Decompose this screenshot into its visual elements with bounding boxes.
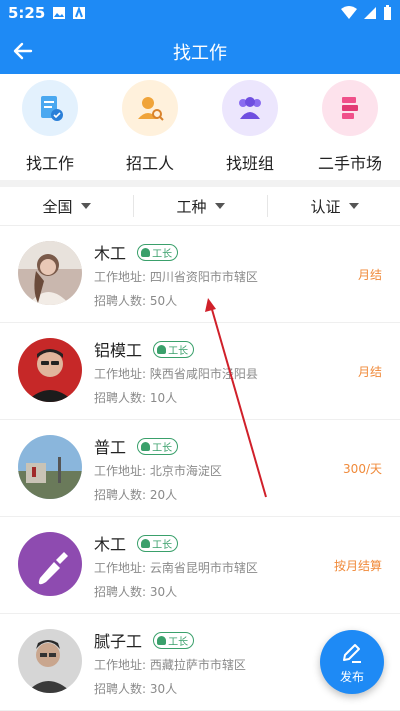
app-bar: 找工作	[0, 28, 400, 74]
badge-label: 工长	[152, 249, 173, 260]
foreman-badge: 工长	[137, 244, 179, 261]
person-search-icon	[122, 80, 178, 136]
job-headcount: 招聘人数: 30人	[94, 585, 178, 599]
pen-icon	[343, 644, 361, 663]
job-address: 工作地址: 四川省资阳市市辖区	[94, 270, 258, 284]
category-label: 二手市场	[317, 154, 382, 173]
filter-region[interactable]: 全国	[0, 187, 133, 225]
category-label: 招工人	[125, 154, 174, 173]
badge-label: 工长	[168, 346, 189, 357]
caret-down-icon	[80, 203, 91, 209]
job-title-line: 腻子工 工长	[94, 628, 195, 652]
job-pay: 月结	[357, 365, 382, 379]
caret-down-icon	[214, 203, 225, 209]
person-icon	[157, 345, 167, 354]
image-notification-icon	[53, 7, 65, 19]
page-title: 找工作	[173, 43, 227, 64]
caret-down-icon	[348, 203, 359, 209]
job-address: 工作地址: 陕西省咸阳市泾阳县	[94, 367, 258, 381]
job-title-line: 木工 工长	[94, 240, 179, 264]
job-title-line: 木工 工长	[94, 531, 179, 555]
battery-icon	[384, 5, 391, 20]
app-notification-icon	[73, 6, 85, 19]
job-list-item[interactable]: 铝模工 工长 工作地址: 陕西省咸阳市泾阳县 招聘人数: 10人 月结	[0, 323, 400, 420]
job-title: 普工	[94, 438, 127, 457]
avatar	[18, 435, 82, 499]
person-icon	[157, 636, 167, 645]
badge-label: 工长	[152, 540, 173, 551]
publish-label: 发布	[339, 670, 364, 684]
shopping-bag-icon	[322, 80, 378, 136]
job-address: 工作地址: 西藏拉萨市市辖区	[94, 658, 246, 672]
foreman-badge: 工长	[137, 535, 179, 552]
job-pay: 月结	[357, 268, 382, 282]
avatar	[18, 629, 82, 693]
avatar	[18, 338, 82, 402]
job-title: 木工	[94, 244, 127, 263]
job-address: 工作地址: 云南省昆明市市辖区	[94, 561, 258, 575]
avatar	[18, 532, 82, 596]
person-icon	[141, 442, 151, 451]
job-list-item[interactable]: 普工 工长 工作地址: 北京市海淀区 招聘人数: 20人 300/天	[0, 420, 400, 517]
filter-certification[interactable]: 认证	[268, 187, 400, 225]
job-headcount: 招聘人数: 50人	[94, 294, 178, 308]
section-divider	[0, 180, 400, 187]
job-headcount: 招聘人数: 30人	[94, 682, 178, 696]
job-title-line: 普工 工长	[94, 434, 179, 458]
foreman-badge: 工长	[137, 438, 179, 455]
filter-trade[interactable]: 工种	[134, 187, 267, 225]
job-pay: 按月结算	[333, 559, 382, 573]
publish-button[interactable]: 发布	[320, 630, 384, 694]
job-list-item[interactable]: 木工 工长 工作地址: 四川省资阳市市辖区 招聘人数: 50人 月结	[0, 226, 400, 323]
job-address: 工作地址: 北京市海淀区	[94, 464, 222, 478]
job-title-line: 铝模工 工长	[94, 337, 195, 361]
job-pay: 300/天	[343, 462, 382, 476]
job-headcount: 招聘人数: 20人	[94, 488, 178, 502]
document-check-icon	[22, 80, 78, 136]
filter-label: 工种	[176, 197, 207, 216]
wifi-icon	[341, 6, 357, 19]
category-label: 找班组	[225, 154, 274, 173]
job-title: 木工	[94, 535, 127, 554]
foreman-badge: 工长	[153, 341, 195, 358]
job-headcount: 招聘人数: 10人	[94, 391, 178, 405]
person-icon	[141, 248, 151, 257]
job-title: 腻子工	[94, 632, 143, 651]
filter-label: 全国	[42, 197, 73, 216]
filter-label: 认证	[310, 197, 341, 216]
foreman-badge: 工长	[153, 632, 195, 649]
category-second-hand-market[interactable]: 二手市场	[305, 80, 395, 174]
filter-bar: 全国 工种 认证	[0, 187, 400, 226]
status-time: 5:25	[8, 4, 46, 22]
avatar	[18, 241, 82, 305]
job-list-item[interactable]: 木工 工长 工作地址: 云南省昆明市市辖区 招聘人数: 30人 按月结算	[0, 517, 400, 614]
badge-label: 工长	[168, 637, 189, 648]
category-hire-workers[interactable]: 招工人	[105, 80, 195, 174]
signal-icon	[364, 7, 376, 19]
group-icon	[222, 80, 278, 136]
category-find-job[interactable]: 找工作	[5, 80, 95, 174]
person-icon	[141, 539, 151, 548]
badge-label: 工长	[152, 443, 173, 454]
category-label: 找工作	[25, 154, 74, 173]
category-find-team[interactable]: 找班组	[205, 80, 295, 174]
status-bar: 5:25	[0, 0, 400, 28]
category-bar: 找工作 招工人 找班组 二手市场	[0, 74, 400, 180]
job-title: 铝模工	[94, 341, 143, 360]
